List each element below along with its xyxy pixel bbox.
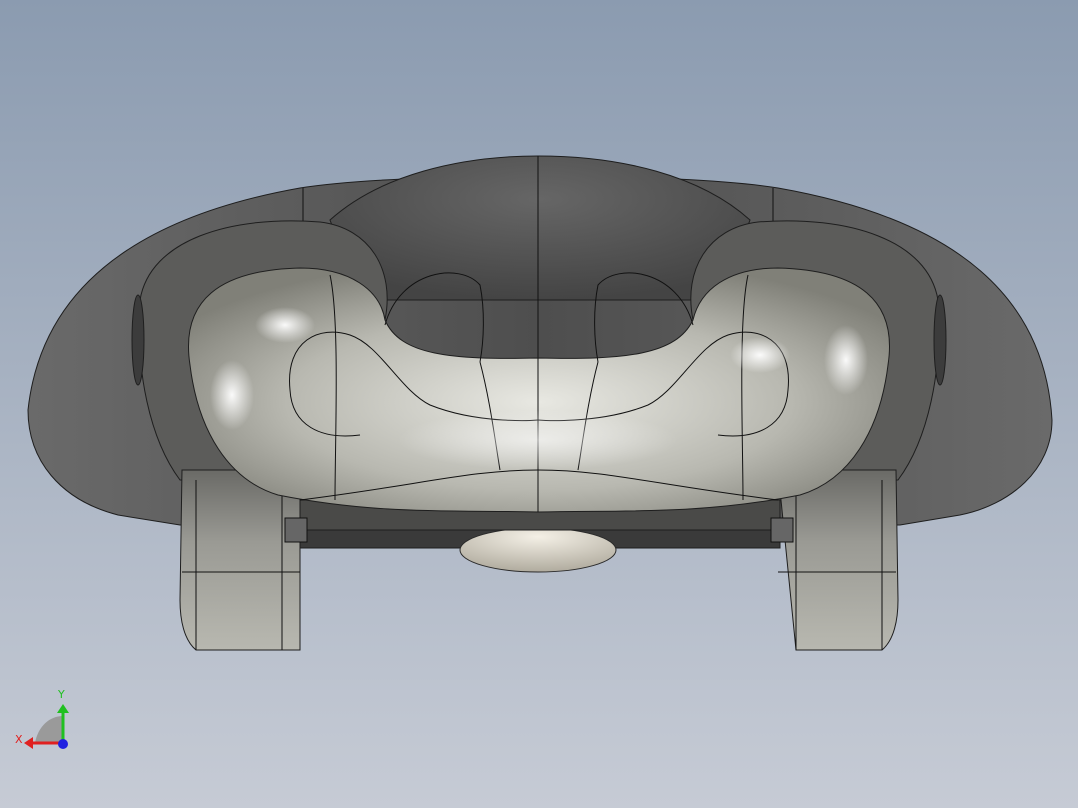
3d-viewport[interactable]: X Y xyxy=(0,0,1078,808)
highlight-right-top xyxy=(730,337,790,373)
highlight-right xyxy=(824,325,868,395)
z-axis-dot xyxy=(58,739,68,749)
slot-left xyxy=(131,294,145,386)
highlight-left xyxy=(210,360,254,430)
bracket-right xyxy=(770,517,794,543)
x-axis-label: X xyxy=(15,733,23,746)
viewport-canvas[interactable] xyxy=(0,0,1078,808)
slot-right xyxy=(933,294,947,386)
pivot-ball xyxy=(459,527,617,573)
bracket-left xyxy=(284,517,308,543)
highlight-left-top xyxy=(255,307,315,343)
highlight-center xyxy=(398,410,678,470)
y-axis-label: Y xyxy=(58,688,65,701)
